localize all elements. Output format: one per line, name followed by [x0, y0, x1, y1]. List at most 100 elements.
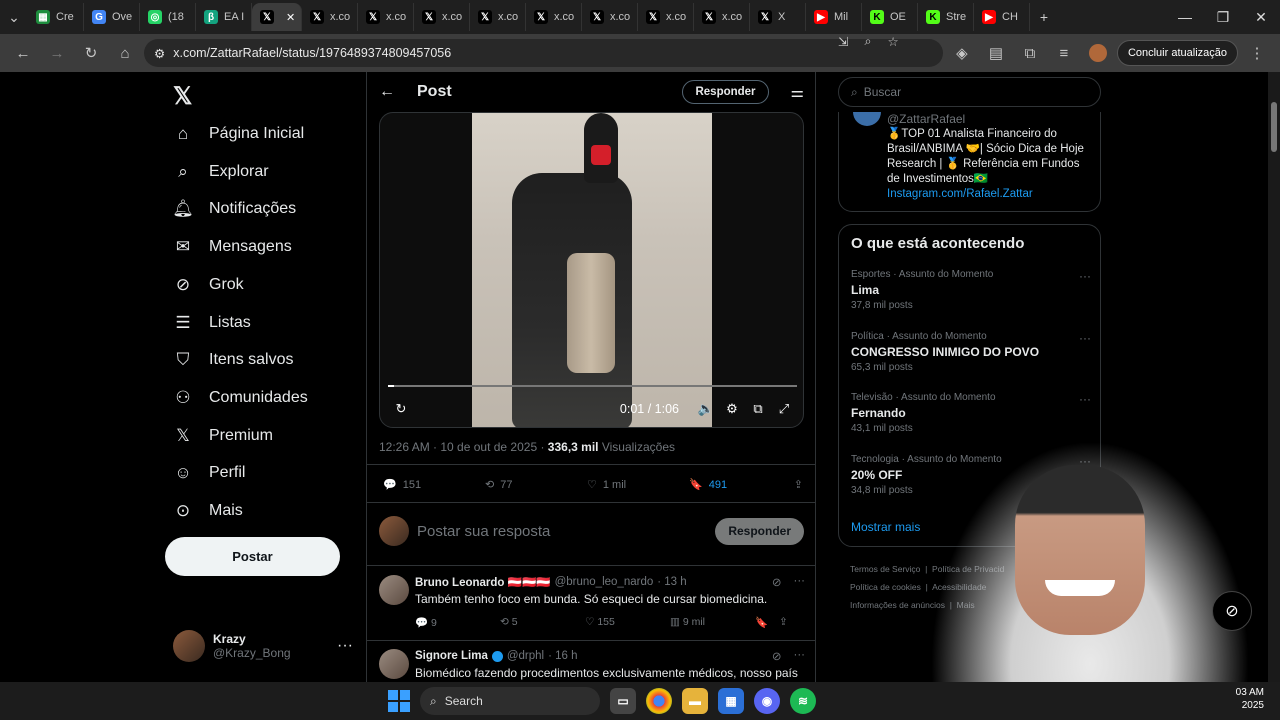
spotify-icon[interactable]: ≋	[790, 688, 816, 714]
footer-link[interactable]: Política de cookies	[850, 582, 921, 592]
maximize-button[interactable]: ❐	[1204, 9, 1242, 26]
browser-tab[interactable]: G Ove	[84, 3, 140, 31]
volume-icon[interactable]: 🔈	[693, 401, 719, 417]
nav-item-2[interactable]: 🔔︎ Notificações	[172, 199, 296, 219]
close-tab-icon[interactable]: ✕	[286, 11, 295, 24]
search-input[interactable]: ⌕ Buscar	[838, 77, 1101, 107]
browser-tab[interactable]: 𝕏x.co	[694, 3, 750, 31]
more-dots-icon[interactable]: ···	[1079, 269, 1091, 283]
update-button[interactable]: Concluir atualização	[1116, 40, 1238, 66]
more-dots-icon[interactable]: ···	[1079, 392, 1091, 406]
more-dots-icon[interactable]: ···	[337, 637, 353, 655]
discord-icon[interactable]: ◉	[754, 688, 780, 714]
browser-tab[interactable]: 𝕏x.co	[526, 3, 582, 31]
nav-item-9[interactable]: ☺ Perfil	[173, 463, 245, 483]
nav-item-3[interactable]: ✉ Mensagens	[173, 237, 292, 257]
more-dots-icon[interactable]: ···	[1079, 454, 1091, 468]
filter-icon[interactable]: ⚌	[791, 83, 804, 101]
zoom-icon[interactable]: ⌕	[864, 34, 871, 49]
browser-tab[interactable]: 𝕏x.co	[582, 3, 638, 31]
pip-icon[interactable]: ⧉	[745, 401, 771, 417]
more-dots-icon[interactable]: ···	[794, 575, 806, 589]
like-action[interactable]: ♡ 155	[585, 616, 670, 629]
nav-item-6[interactable]: ⛉ Itens salvos	[173, 350, 294, 370]
browser-tab[interactable]: 𝕏 ✕	[252, 3, 302, 31]
share-icon[interactable]: ⇪	[794, 478, 803, 491]
post-timestamp[interactable]: 12:26 AM · 10 de out de 2025 ·	[379, 440, 548, 454]
settings-icon[interactable]: ⚙	[719, 401, 745, 417]
minimize-button[interactable]: —	[1166, 9, 1204, 26]
browser-tab[interactable]: 𝕏x.co	[470, 3, 526, 31]
more-dots-icon[interactable]: ···	[794, 649, 806, 663]
grok-icon[interactable]: ⊘	[772, 649, 782, 663]
back-arrow-icon[interactable]: ←	[379, 83, 395, 101]
nav-item-7[interactable]: ⚇ Comunidades	[173, 388, 307, 408]
reply-input[interactable]: Postar sua resposta	[417, 523, 550, 540]
more-dots-icon[interactable]: ···	[1079, 331, 1091, 345]
new-tab-button[interactable]: +	[1030, 3, 1058, 31]
tab-search-button[interactable]: ⌄	[0, 3, 28, 31]
nav-item-10[interactable]: ⊙ Mais	[173, 501, 243, 521]
site-info-icon[interactable]: ⚙	[154, 46, 165, 61]
comment-author[interactable]: Bruno Leonardo 🇦🇹🇦🇹🇦🇹	[415, 575, 551, 589]
windows-start-icon[interactable]	[388, 690, 410, 712]
reply-header-button[interactable]: Responder	[682, 80, 769, 104]
url-field[interactable]: ⚙ x.com/ZattarRafael/status/197648937480…	[144, 34, 943, 67]
nav-item-4[interactable]: ⊘ Grok	[173, 275, 244, 295]
comment-author[interactable]: Signore Lima	[415, 650, 488, 662]
grok-icon[interactable]: ⊘	[772, 575, 782, 589]
footer-link[interactable]: Informações de anúncios	[850, 600, 945, 610]
footer-link[interactable]: Política de Privacid	[932, 564, 1004, 574]
nav-item-8[interactable]: 𝕏 Premium	[173, 426, 273, 446]
forward-button[interactable]: →	[42, 38, 72, 68]
video-progress-bar[interactable]	[388, 385, 797, 387]
account-switcher[interactable]: Krazy @Krazy_Bong ···	[173, 630, 353, 662]
browser-tab[interactable]: K Stre	[918, 3, 974, 31]
reply-submit-button[interactable]: Responder	[715, 517, 804, 545]
trend-item[interactable]: Esportes · Assunto do Momento Lima 37,8 mi…	[851, 269, 1091, 311]
grok-icon[interactable]: ⊘	[1212, 591, 1252, 631]
replay-icon[interactable]: ↻	[388, 401, 414, 417]
nav-item-5[interactable]: ☰ Listas	[173, 313, 250, 333]
avatar[interactable]	[853, 112, 881, 126]
scrollbar-thumb[interactable]	[1271, 102, 1277, 152]
store-icon[interactable]: ▦	[718, 688, 744, 714]
avatar[interactable]	[379, 649, 409, 679]
reload-button[interactable]: ↻	[76, 38, 106, 68]
install-icon[interactable]: ⇲	[838, 34, 848, 49]
share-icon[interactable]: ⇪	[779, 616, 799, 629]
star-icon[interactable]: ☆	[888, 34, 899, 49]
folder-icon[interactable]: ▬	[682, 688, 708, 714]
browser-tab[interactable]: ▶ CH	[974, 3, 1030, 31]
like-action[interactable]: ♡ 1 mil	[587, 478, 689, 492]
nav-item-1[interactable]: ⌕ Explorar	[173, 162, 268, 182]
show-more-link[interactable]: Mostrar mais	[851, 520, 920, 534]
trend-item[interactable]: Política · Assunto do Momento CONGRESSO I…	[851, 331, 1091, 373]
reply-action[interactable]: 💬 9	[415, 616, 500, 629]
browser-tab[interactable]: 𝕏X	[750, 3, 806, 31]
browser-tab[interactable]: ◎ (18	[140, 3, 196, 31]
bookmark-action[interactable]: 🔖 491	[689, 478, 791, 492]
browser-tab[interactable]: β EA I	[196, 3, 252, 31]
profile-link[interactable]: Instagram.com/Rafael.Zattar	[887, 187, 1092, 202]
footer-link[interactable]: Termos de Serviço	[850, 564, 920, 574]
fullscreen-icon[interactable]: ⤢	[771, 401, 797, 417]
browser-tab[interactable]: 𝕏x.co	[358, 3, 414, 31]
browser-tab[interactable]: ▶ Mil	[806, 3, 862, 31]
avatar[interactable]	[379, 575, 409, 605]
nav-item-0[interactable]: ⌂ Página Inicial	[173, 124, 304, 144]
browser-tab[interactable]: K OE	[862, 3, 918, 31]
views-action[interactable]: ▥ 9 mil	[670, 616, 755, 629]
profile-handle[interactable]: @ZattarRafael	[887, 112, 965, 126]
file-icon[interactable]: ▭	[610, 688, 636, 714]
close-window-button[interactable]: ✕	[1242, 9, 1280, 26]
reply-action[interactable]: 💬 151	[383, 478, 485, 492]
chrome-icon[interactable]	[646, 688, 672, 714]
scrollbar[interactable]	[1268, 72, 1280, 682]
repost-action[interactable]: ⟲ 5	[500, 616, 585, 629]
browser-tab[interactable]: ▦ Cre	[28, 3, 84, 31]
browser-tab[interactable]: 𝕏x.co	[414, 3, 470, 31]
taskbar-search[interactable]: ⌕ Search	[420, 687, 600, 715]
menu-icon[interactable]: ⋮	[1242, 38, 1272, 68]
bookmark-icon[interactable]: 🔖	[755, 616, 779, 629]
